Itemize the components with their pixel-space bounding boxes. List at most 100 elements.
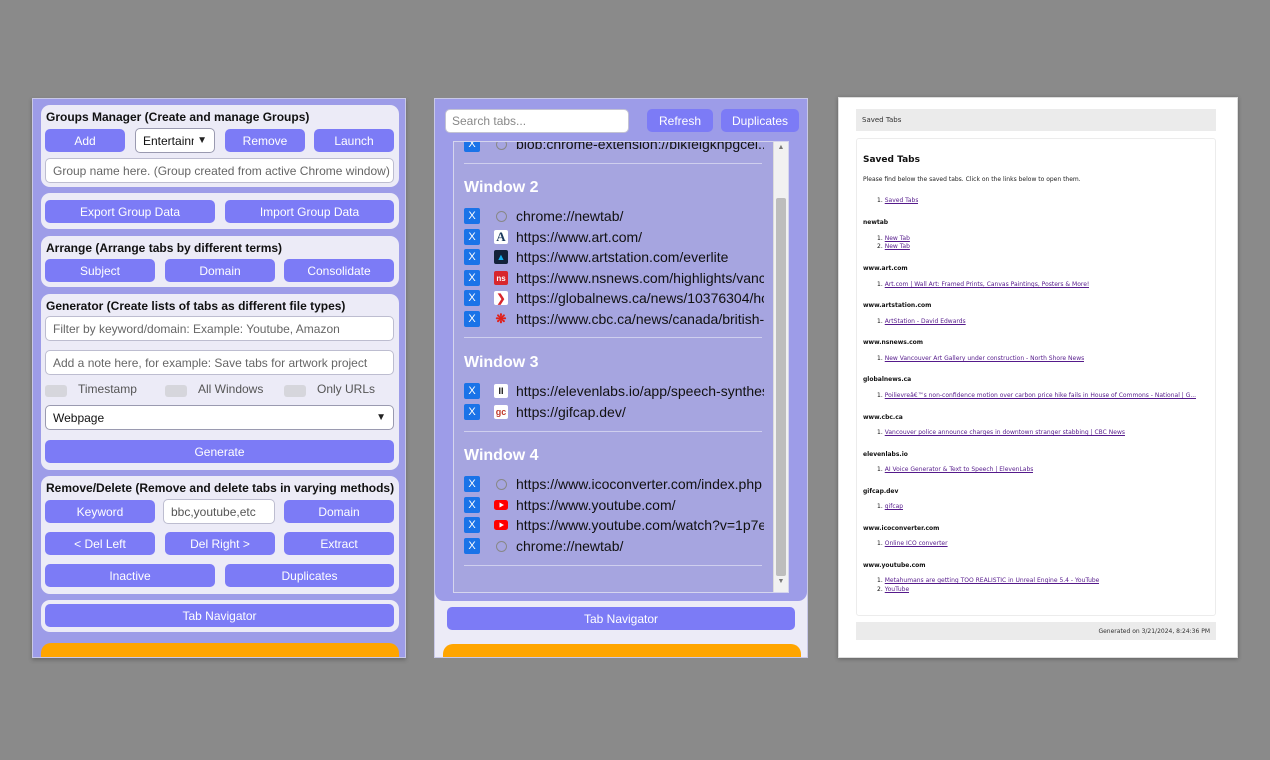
tab-url[interactable]: https://www.youtube.com/ — [516, 497, 764, 514]
tab-url[interactable]: blob:chrome-extension://bikfeigknpgcei..… — [516, 142, 764, 153]
remove-domain-button[interactable]: Domain — [284, 500, 394, 523]
arrange-title: Arrange (Arrange tabs by different terms… — [46, 241, 283, 255]
generate-button[interactable]: Generate — [45, 440, 394, 463]
tab-url[interactable]: https://www.icoconverter.com/index.php — [516, 476, 764, 493]
saved-link[interactable]: 1. Art.com | Wall Art: Framed Prints, Can… — [877, 281, 1089, 288]
remove-keyword-button[interactable]: Keyword — [45, 500, 155, 523]
format-select[interactable]: Webpage ▼ — [45, 405, 394, 430]
all-windows-label: All Windows — [198, 382, 264, 396]
consolidate-button[interactable]: Consolidate — [284, 259, 394, 282]
close-tab-button[interactable]: X — [464, 497, 480, 513]
domain-heading: elevenlabs.io — [863, 451, 908, 458]
remove-keyword-input[interactable]: bbc,youtube,etc — [163, 499, 275, 524]
saved-link[interactable]: 1. Saved Tabs — [877, 197, 918, 204]
tab-url[interactable]: https://www.youtube.com/watch?v=1p7eF2 — [516, 517, 764, 534]
tab-row: X ns https://www.nsnews.com/highlights/v… — [464, 270, 772, 288]
tab-navigator-section: Tab Navigator — [442, 602, 800, 636]
tab-row: X https://www.icoconverter.com/index.php — [464, 476, 772, 494]
close-tab-button[interactable]: X — [464, 538, 480, 554]
saved-link[interactable]: 2. YouTube — [877, 586, 909, 593]
tab-url[interactable]: https://elevenlabs.io/app/speech-synthes… — [516, 383, 764, 400]
saved-link[interactable]: 1. ArtStation - David Edwards — [877, 318, 966, 325]
scroll-down-icon[interactable]: ▼ — [774, 578, 788, 585]
tab-url[interactable]: https://www.artstation.com/everlite — [516, 249, 764, 266]
window-title: Window 3 — [464, 354, 539, 371]
close-tab-button[interactable]: X — [464, 208, 480, 224]
globe-icon — [494, 142, 508, 151]
close-tab-button[interactable]: X — [464, 517, 480, 533]
scrollbar-thumb[interactable] — [776, 198, 786, 576]
tab-url[interactable]: https://www.art.com/ — [516, 229, 764, 246]
saved-link[interactable]: 1. AI Voice Generator & Text to Speech | … — [877, 466, 1033, 473]
saved-link[interactable]: 1. Vancouver police announce charges in d… — [877, 429, 1125, 436]
domain-heading: www.artstation.com — [863, 302, 932, 309]
export-group-data-button[interactable]: Export Group Data — [45, 200, 215, 223]
all-windows-toggle[interactable] — [165, 385, 187, 397]
close-tab-button[interactable]: X — [464, 404, 480, 420]
saved-link[interactable]: 1. New Vancouver Art Gallery under constr… — [877, 355, 1084, 362]
close-tab-button[interactable]: X — [464, 270, 480, 286]
tab-url[interactable]: https://globalnews.ca/news/10376304/hous… — [516, 290, 764, 307]
elevenlabs-icon: II — [494, 384, 508, 398]
page-footer: Generated on 3/21/2024, 8:24:36 PM — [856, 622, 1216, 640]
group-name-input[interactable]: Group name here. (Group created from act… — [45, 158, 394, 183]
tab-url[interactable]: https://gifcap.dev/ — [516, 404, 764, 421]
globe-icon — [494, 539, 508, 553]
timestamp-toggle[interactable] — [45, 385, 67, 397]
note-input[interactable]: Add a note here, for example: Save tabs … — [45, 350, 394, 375]
tab-row: X gc https://gifcap.dev/ — [464, 404, 772, 422]
group-select[interactable]: Entertainment ▼ — [135, 128, 215, 153]
tab-url[interactable]: https://www.cbc.ca/news/canada/british-c… — [516, 311, 764, 328]
generator-section: Generator (Create lists of tabs as diffe… — [41, 294, 399, 470]
tab-url[interactable]: chrome://newtab/ — [516, 208, 764, 225]
extract-button[interactable]: Extract — [284, 532, 394, 555]
scroll-up-icon[interactable]: ▲ — [774, 144, 788, 151]
close-tab-button[interactable]: X — [464, 142, 480, 152]
tab-url[interactable]: https://www.nsnews.com/highlights/vancou… — [516, 270, 764, 287]
saved-link[interactable]: 1. New Tab — [877, 235, 910, 242]
close-tab-button[interactable]: X — [464, 383, 480, 399]
tab-row: X ▲ https://www.artstation.com/everlite — [464, 249, 772, 267]
domain-heading: www.cbc.ca — [863, 414, 903, 421]
art-icon: A — [494, 229, 508, 244]
search-tabs-input[interactable]: Search tabs... — [445, 109, 629, 133]
delete-right-button[interactable]: Del Right > — [165, 532, 275, 555]
duplicates-button[interactable]: Duplicates — [721, 109, 799, 132]
saved-link[interactable]: 1. Poilievreâ€™s non-confidence motion ov… — [877, 392, 1196, 399]
tab-row: X ❋ https://www.cbc.ca/news/canada/briti… — [464, 311, 772, 329]
filter-input[interactable]: Filter by keyword/domain: Example: Youtu… — [45, 316, 394, 341]
remove-group-button[interactable]: Remove — [225, 129, 305, 152]
tab-navigator-button[interactable]: Tab Navigator — [45, 604, 394, 627]
nsnews-icon: ns — [494, 271, 508, 285]
close-tab-button[interactable]: X — [464, 229, 480, 245]
saved-link[interactable]: 1. Metahumans are getting TOO REALISTIC i… — [877, 577, 1099, 584]
tab-row: X A https://www.art.com/ — [464, 229, 772, 247]
window-divider — [464, 337, 762, 338]
tab-list-scrollbar[interactable]: ▲ ▼ — [773, 142, 788, 592]
close-tab-button[interactable]: X — [464, 311, 480, 327]
import-group-data-button[interactable]: Import Group Data — [225, 200, 394, 223]
close-tab-button[interactable]: X — [464, 290, 480, 306]
tab-row: X https://www.youtube.com/watch?v=1p7eF2 — [464, 517, 772, 535]
saved-link[interactable]: 2. New Tab — [877, 243, 910, 250]
remove-inactive-button[interactable]: Inactive — [45, 564, 215, 587]
tab-navigator-button[interactable]: Tab Navigator — [447, 607, 795, 630]
close-tab-button[interactable]: X — [464, 249, 480, 265]
domain-heading: www.nsnews.com — [863, 339, 924, 346]
refresh-button[interactable]: Refresh — [647, 109, 713, 132]
saved-link[interactable]: 1. gifcap — [877, 503, 903, 510]
delete-left-button[interactable]: < Del Left — [45, 532, 155, 555]
remove-delete-section: Remove/Delete (Remove and delete tabs in… — [41, 476, 399, 594]
arrange-subject-button[interactable]: Subject — [45, 259, 155, 282]
page-header: Saved Tabs — [856, 109, 1216, 131]
remove-duplicates-button[interactable]: Duplicates — [225, 564, 394, 587]
window-divider — [464, 163, 762, 164]
only-urls-toggle[interactable] — [284, 385, 306, 397]
launch-group-button[interactable]: Launch — [314, 129, 394, 152]
tab-url[interactable]: chrome://newtab/ — [516, 538, 764, 555]
footer-bar — [443, 644, 801, 657]
arrange-domain-button[interactable]: Domain — [165, 259, 275, 282]
saved-link[interactable]: 1. Online ICO converter — [877, 540, 948, 547]
add-group-button[interactable]: Add — [45, 129, 125, 152]
close-tab-button[interactable]: X — [464, 476, 480, 492]
